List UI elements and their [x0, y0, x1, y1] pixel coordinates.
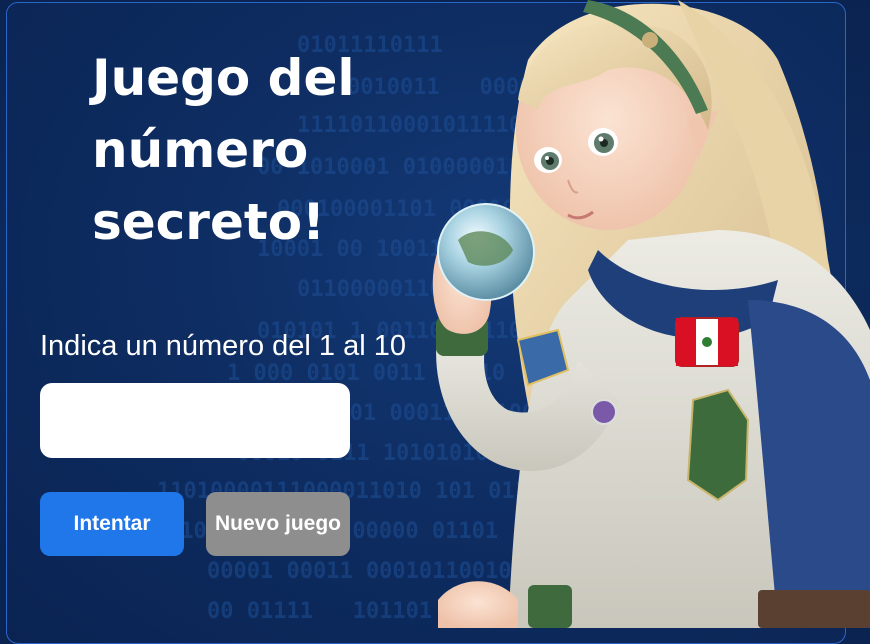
- number-input[interactable]: [40, 383, 350, 458]
- number-prompt-label: Indica un número del 1 al 10: [40, 330, 406, 362]
- astronaut-girl-illustration: [432, 0, 870, 628]
- try-button[interactable]: Intentar: [40, 492, 184, 556]
- new-game-button[interactable]: Nuevo juego: [206, 492, 350, 556]
- page-title: Juego del número secreto!: [92, 49, 355, 251]
- peru-flag-patch: [675, 317, 739, 367]
